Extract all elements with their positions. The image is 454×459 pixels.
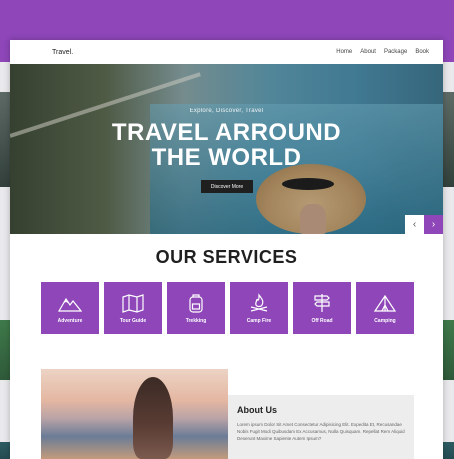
slide-image (442, 442, 454, 459)
brand-logo[interactable]: Travel. (52, 49, 73, 56)
service-label: Camp Fire (246, 317, 272, 324)
hero-subtitle: Explore, Discover, Travel (189, 108, 264, 114)
slide-image (442, 92, 454, 187)
slide-image (0, 320, 10, 380)
service-label: Tour Guide (119, 317, 147, 324)
next-slide-preview[interactable] (442, 62, 454, 459)
about-us-heading: About Us (237, 405, 277, 415)
service-label: Adventure (57, 317, 83, 324)
discover-more-button[interactable]: Discover More (201, 180, 253, 193)
hero-banner: Explore, Discover, Travel TRAVEL ARROUND… (10, 64, 443, 234)
previous-slide-preview[interactable] (0, 62, 10, 459)
nav-link-package[interactable]: Package (384, 49, 407, 55)
slide-image (0, 442, 10, 459)
page-preview-card: Travel. Home About Package Book Explore,… (10, 40, 443, 459)
slide-image (0, 92, 10, 187)
nav-links: Home About Package Book (336, 49, 429, 55)
about-photo (41, 369, 228, 459)
background-banner (0, 0, 454, 40)
nav-link-home[interactable]: Home (336, 49, 352, 55)
service-card-camping[interactable]: Camping (356, 282, 414, 334)
about-us-text: Lorem ipsum Dolor Sit Amet Consectetur A… (237, 422, 405, 441)
backpack-icon (189, 293, 203, 313)
about-us-panel: About Us Lorem ipsum Dolor Sit Amet Cons… (228, 395, 414, 459)
hero-title-line2: THE WORLD (151, 144, 302, 171)
campfire-icon (250, 292, 268, 312)
tent-icon (373, 294, 397, 312)
service-label: Trekking (185, 317, 207, 324)
service-card-tour-guide[interactable]: Tour Guide (104, 282, 162, 334)
woman-silhouette-image (133, 377, 173, 459)
slide-image (442, 320, 454, 380)
mountain-icon (58, 297, 82, 312)
map-icon (122, 293, 144, 313)
service-label: Camping (374, 317, 396, 324)
services-grid: Adventure Tour Guide Trekking Camp Fire … (41, 282, 414, 334)
top-navbar: Travel. Home About Package Book (10, 40, 443, 64)
service-card-off-road[interactable]: Off Road (293, 282, 351, 334)
nav-link-about[interactable]: About (360, 49, 376, 55)
slider-prev-arrow-icon[interactable]: ‹ (405, 215, 424, 234)
hero-text-block: Explore, Discover, Travel TRAVEL ARROUND… (10, 108, 443, 170)
service-label: Off Road (311, 317, 333, 324)
slider-next-arrow-icon[interactable]: › (424, 215, 443, 234)
service-card-trekking[interactable]: Trekking (167, 282, 225, 334)
service-card-adventure[interactable]: Adventure (41, 282, 99, 334)
services-heading: OUR SERVICES (155, 247, 298, 267)
hero-title-line1: TRAVEL ARROUND (111, 119, 342, 146)
signpost-icon (314, 293, 330, 312)
service-card-camp-fire[interactable]: Camp Fire (230, 282, 288, 334)
nav-link-book[interactable]: Book (415, 49, 429, 55)
